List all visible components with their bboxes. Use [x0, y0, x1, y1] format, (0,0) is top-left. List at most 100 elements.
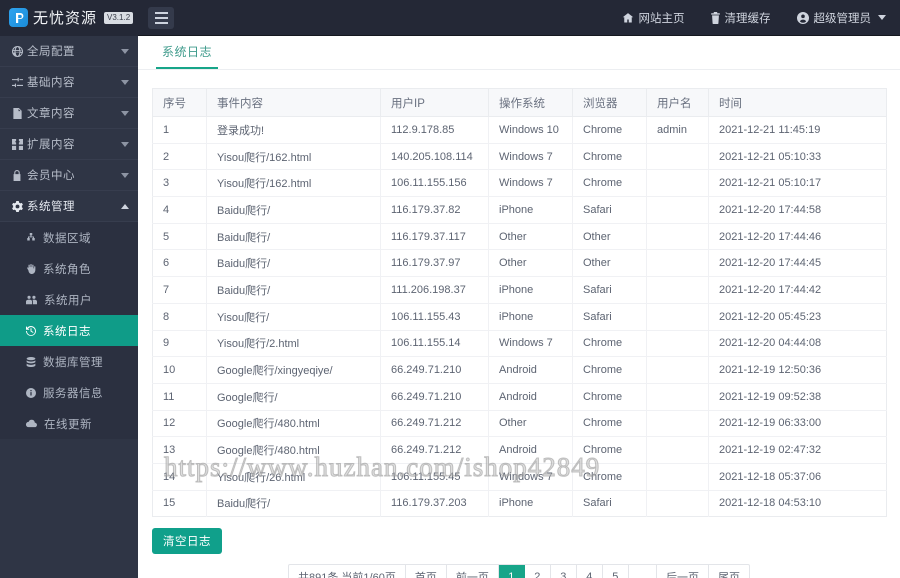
- pagination-last[interactable]: 尾页: [709, 565, 749, 578]
- cell-os: iPhone: [488, 276, 573, 304]
- users-icon: [26, 295, 37, 305]
- cell-username: [646, 169, 709, 198]
- table-row: 9 Yisou爬行/2.html 106.11.155.14 Windows 7 Chr…: [152, 330, 887, 358]
- sidebar-item-system-role[interactable]: 系统角色: [0, 253, 138, 284]
- hamburger-line: [154, 21, 168, 24]
- clear-log-button[interactable]: 清空日志: [152, 528, 222, 555]
- sidebar-item-label: 文章内容: [27, 108, 75, 120]
- main-content: 系统日志 序号 事件内容 用户IP 操作系统 浏览器 用户名 时间 1 登录成功…: [138, 36, 900, 578]
- pagination-page-4[interactable]: 4: [577, 565, 603, 578]
- cell-index: 1: [152, 116, 207, 144]
- sidebar-item-global-config[interactable]: 全局配置: [0, 36, 138, 67]
- sidebar-item-member-center[interactable]: 会员中心: [0, 160, 138, 191]
- cell-browser: Chrome: [572, 436, 647, 464]
- hamburger-line: [154, 16, 168, 19]
- column-header-event: 事件内容: [206, 88, 381, 117]
- sitemap-icon: [26, 232, 36, 243]
- cell-ip: 66.249.71.210: [380, 356, 489, 384]
- sidebar-item-system-log[interactable]: 系统日志: [0, 315, 138, 346]
- pagination-group: 共891条 当前1/60页首页前一页12345...后一页尾页: [288, 564, 750, 578]
- sidebar-item-article-content[interactable]: 文章内容: [0, 98, 138, 129]
- cell-index: 10: [152, 356, 207, 384]
- table-row: 8 Yisou爬行/106.11.155.43 iPhone Safari 2021-1…: [152, 303, 887, 331]
- cell-ip: 112.9.178.85: [380, 116, 489, 144]
- header-item-user[interactable]: 超级管理员: [796, 10, 886, 26]
- cell-os: Android: [488, 436, 573, 464]
- pagination-next[interactable]: 后一页: [657, 565, 709, 578]
- cell-time: 2021-12-20 17:44:58: [708, 196, 887, 224]
- sidebar-item-basic-content[interactable]: 基础内容: [0, 67, 138, 98]
- sidebar-submenu-system: 数据区域 系统角色 系统用户 系统日志 数据库管理 服务器信息 在线更新: [0, 222, 138, 439]
- app-logo-icon: [9, 8, 28, 27]
- cell-event: Google爬行/: [206, 383, 381, 411]
- table-row: 11 Google爬行/66.249.71.210 Android Chrome 202…: [152, 383, 887, 411]
- cell-ip: 116.179.37.117: [380, 223, 489, 251]
- sidebar-item-system-management[interactable]: 系统管理: [0, 191, 138, 222]
- cell-event: Baidu爬行/: [206, 276, 381, 304]
- pagination-prev[interactable]: 前一页: [447, 565, 499, 578]
- header-actions: 网站主页 清理缓存 超级管理员: [622, 10, 900, 26]
- cell-ip: 66.249.71.210: [380, 383, 489, 411]
- chevron-down-icon: [121, 141, 129, 147]
- cell-os: Windows 7: [488, 330, 573, 358]
- cell-ip: 106.11.155.14: [380, 330, 489, 358]
- pagination-ellipsis: ...: [629, 565, 657, 578]
- cell-time: 2021-12-21 05:10:33: [708, 143, 887, 171]
- brand-area: 无忧资源 V3.1.2: [0, 0, 138, 36]
- cell-browser: Safari: [572, 196, 647, 224]
- header-item-home[interactable]: 网站主页: [622, 10, 685, 26]
- sliders-icon: [12, 77, 27, 88]
- cell-event: Yisou爬行/162.html: [206, 169, 381, 198]
- cell-browser: Chrome: [572, 169, 647, 198]
- cell-username: [646, 249, 709, 278]
- sidebar-item-server-info[interactable]: 服务器信息: [0, 377, 138, 408]
- tab-system-log-label: 系统日志: [162, 45, 213, 59]
- pagination-page-2[interactable]: 2: [525, 565, 551, 578]
- hamburger-icon[interactable]: [148, 6, 174, 29]
- trash-icon: [710, 11, 720, 24]
- pagination-page-3[interactable]: 3: [551, 565, 577, 578]
- cell-username: [646, 436, 709, 464]
- cell-time: 2021-12-20 17:44:42: [708, 276, 887, 304]
- chevron-down-icon: [878, 15, 886, 20]
- cell-browser: Other: [572, 223, 647, 251]
- pagination-page-5[interactable]: 5: [603, 565, 629, 578]
- cell-username: admin: [646, 116, 709, 144]
- cell-os: Windows 7: [488, 463, 573, 491]
- pagination-first[interactable]: 首页: [406, 565, 447, 578]
- cell-browser: Chrome: [572, 463, 647, 491]
- sidebar-item-system-user[interactable]: 系统用户: [0, 284, 138, 315]
- cell-index: 7: [152, 276, 207, 304]
- table-row: 14 Yisou爬行/26.html 106.11.155.45 Windows 7C…: [152, 463, 887, 491]
- cell-username: [646, 463, 709, 491]
- cell-ip: 106.11.155.156: [380, 169, 489, 198]
- sidebar-item-online-update[interactable]: 在线更新: [0, 408, 138, 439]
- cell-username: [646, 196, 709, 224]
- chevron-down-icon: [121, 48, 129, 54]
- globe-icon: [12, 45, 27, 57]
- admin-page: 无忧资源 V3.1.2 网站主页 清理缓存 超级管理员 全局配置 基础内容 文章…: [0, 0, 900, 578]
- top-header: 无忧资源 V3.1.2 网站主页 清理缓存 超级管理员: [0, 0, 900, 36]
- puzzle-icon: [12, 138, 27, 150]
- pagination-summary: 共891条 当前1/60页: [289, 565, 406, 578]
- cell-browser: Chrome: [572, 383, 647, 411]
- tab-system-log[interactable]: 系统日志: [156, 43, 219, 69]
- cell-ip: 116.179.37.203: [380, 490, 489, 517]
- cell-index: 3: [152, 169, 207, 198]
- header-item-home-label: 网站主页: [638, 12, 685, 25]
- sidebar-item-data-area[interactable]: 数据区域: [0, 222, 138, 253]
- header-item-clear-cache[interactable]: 清理缓存: [710, 10, 771, 26]
- sidebar-item-extension-content[interactable]: 扩展内容: [0, 129, 138, 160]
- file-text-icon: [12, 107, 27, 119]
- cell-index: 2: [152, 143, 207, 171]
- pagination-page-1[interactable]: 1: [498, 565, 525, 578]
- log-table-container: 序号 事件内容 用户IP 操作系统 浏览器 用户名 时间 1 登录成功! 112.9…: [138, 70, 900, 518]
- column-header-index: 序号: [152, 88, 207, 117]
- cell-time: 2021-12-20 04:44:08: [708, 330, 887, 358]
- sidebar: 全局配置 基础内容 文章内容 扩展内容 会员中心 系统管理 数据区域 系统角色 …: [0, 36, 138, 578]
- cell-os: Windows 7: [488, 169, 573, 198]
- sidebar-subitem-label: 数据区域: [43, 232, 91, 245]
- cell-index: 6: [152, 249, 207, 278]
- cell-browser: Safari: [572, 276, 647, 304]
- sidebar-item-database-management[interactable]: 数据库管理: [0, 346, 138, 377]
